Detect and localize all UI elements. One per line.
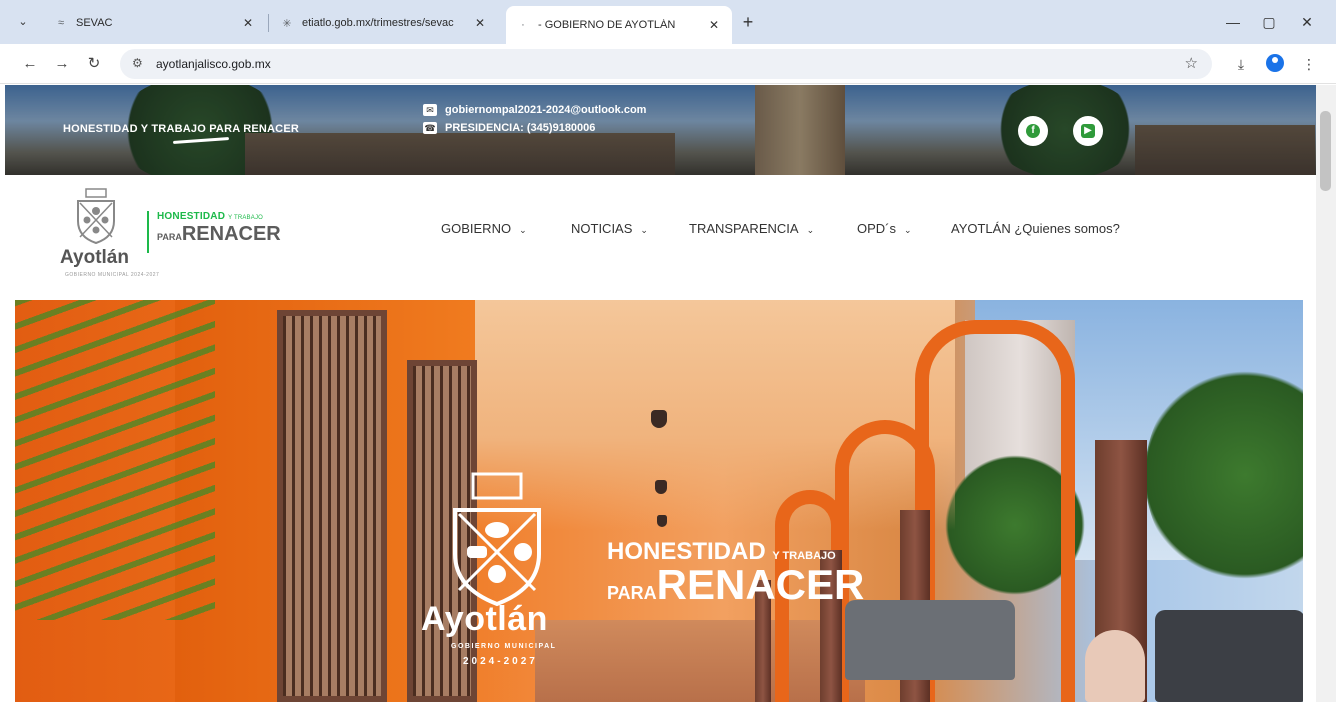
hero-slogan-line2: PARARENACER (607, 562, 864, 616)
tab-label: - GOBIERNO DE AYOTLÁN (538, 19, 676, 31)
tab-label: etiatlo.gob.mx/trimestres/sevac (302, 17, 454, 29)
tab-favicon-icon: ≈ (57, 17, 65, 29)
hero-window-grille (277, 310, 387, 702)
profile-avatar-icon[interactable] (1266, 54, 1284, 72)
hero-subtitle: GOBIERNO MUNICIPAL (451, 643, 557, 650)
hero-palm-leaves (15, 300, 215, 620)
hero-banner: Ayotlán GOBIERNO MUNICIPAL 2024-2027 HON… (15, 300, 1303, 702)
contact-phone[interactable]: ☎ PRESIDENCIA: (345)9180006 (423, 122, 595, 134)
top-banner: HONESTIDAD Y TRABAJO PARA RENACER ✉ gobi… (5, 85, 1316, 175)
nav-quienes-somos[interactable]: AYOTLÁN ¿Quienes somos? (951, 221, 1120, 236)
email-icon: ✉ (423, 104, 437, 116)
close-window-button[interactable]: ✕ (1292, 10, 1322, 34)
hero-municipality-name: Ayotlán (421, 600, 548, 638)
youtube-icon: ▶ (1081, 124, 1095, 138)
nav-label: OPD´s (857, 221, 896, 236)
maximize-button[interactable]: ▢ (1254, 10, 1284, 34)
scrollbar-thumb[interactable] (1320, 111, 1331, 191)
tab-close-icon[interactable]: ✕ (240, 16, 256, 30)
phone-text[interactable]: PRESIDENCIA: (345)9180006 (445, 122, 595, 134)
address-bar[interactable]: ⚙ ayotlanjalisco.gob.mx ☆ (120, 49, 1212, 79)
tab-sevac[interactable]: ≈ SEVAC ✕ (44, 6, 266, 40)
municipal-crest-icon[interactable] (70, 187, 122, 245)
brand-top: HONESTIDAD Y TRABAJO (157, 211, 317, 222)
chevron-down-icon: ⌄ (806, 225, 815, 235)
nav-transparencia[interactable]: TRANSPARENCIA ⌄ (689, 221, 814, 236)
hero-lamp (657, 515, 667, 527)
hero-car (845, 600, 1015, 680)
hero-slogan-small2: PARA (607, 583, 657, 603)
facebook-button[interactable]: f (1018, 116, 1048, 146)
tab-search-icon[interactable]: ⌄ (12, 10, 34, 32)
youtube-button[interactable]: ▶ (1073, 116, 1103, 146)
hero-slogan-big2: RENACER (656, 561, 865, 608)
site-header: Ayotlán GOBIERNO MUNICIPAL 2024-2027 HON… (5, 175, 1316, 293)
tab-divider (268, 14, 269, 32)
hero-lamp (655, 480, 667, 494)
tab-favicon-icon: ✳ (282, 17, 292, 30)
menu-kebab-icon[interactable]: ⋮ (1298, 53, 1320, 75)
nav-gobierno[interactable]: GOBIERNO ⌄ (441, 221, 527, 236)
url-text[interactable]: ayotlanjalisco.gob.mx (156, 57, 271, 71)
chevron-down-icon: ⌄ (904, 225, 912, 235)
nav-label: GOBIERNO (441, 221, 512, 236)
chevron-down-icon: ⌄ (519, 225, 527, 235)
forward-icon[interactable]: → (50, 52, 74, 76)
tab-close-icon[interactable]: ✕ (472, 16, 488, 30)
tab-gobierno-ayotlan[interactable]: · - GOBIERNO DE AYOTLÁN ✕ (506, 6, 732, 44)
logo-name[interactable]: Ayotlán (60, 247, 129, 269)
tab-label: SEVAC (76, 17, 113, 29)
bookmark-star-icon[interactable]: ☆ (1185, 54, 1198, 72)
email-text[interactable]: gobiernompal2021-2024@outlook.com (445, 104, 646, 116)
brand-bottom: PARARENACER (157, 223, 317, 248)
nav-label: NOTICIAS (571, 221, 633, 236)
chevron-down-icon: ⌄ (640, 225, 648, 235)
site-info-icon[interactable]: ⚙ (132, 56, 143, 70)
brand-slogan[interactable]: HONESTIDAD Y TRABAJO PARARENACER (147, 211, 317, 253)
phone-icon: ☎ (423, 122, 437, 134)
brand-top-text: HONESTIDAD (157, 211, 226, 222)
page-scrollbar[interactable] (1316, 85, 1336, 702)
hero-lamp (651, 410, 667, 428)
reload-icon[interactable]: ↻ (82, 52, 106, 76)
nav-opds[interactable]: OPD´s ⌄ (857, 221, 912, 236)
hero-period: 2024-2027 (463, 656, 538, 667)
tab-close-icon[interactable]: ✕ (706, 18, 722, 32)
browser-toolbar: ← → ↻ ⚙ ayotlanjalisco.gob.mx ☆ ⤓ ⋮ (0, 44, 1336, 84)
hero-person (1085, 630, 1145, 702)
nav-label: TRANSPARENCIA (689, 221, 799, 236)
browser-tabstrip: ⌄ ≈ SEVAC ✕ ✳ etiatlo.gob.mx/trimestres/… (0, 0, 1336, 44)
contact-email[interactable]: ✉ gobiernompal2021-2024@outlook.com (423, 104, 646, 116)
brand-top-small: Y TRABAJO (228, 215, 264, 221)
brand-bottom-small: PARA (157, 232, 182, 242)
nav-label: AYOTLÁN ¿Quienes somos? (951, 221, 1120, 236)
banner-slogan: HONESTIDAD Y TRABAJO PARA RENACER (63, 123, 299, 135)
minimize-button[interactable]: — (1218, 10, 1248, 34)
brand-bottom-text: RENACER (181, 223, 281, 245)
hero-crest-icon (453, 472, 541, 607)
page-viewport: HONESTIDAD Y TRABAJO PARA RENACER ✉ gobi… (0, 85, 1316, 702)
logo-subtitle: GOBIERNO MUNICIPAL 2024-2027 (65, 272, 160, 278)
download-icon[interactable]: ⤓ (1230, 53, 1252, 75)
tab-etiatlo[interactable]: ✳ etiatlo.gob.mx/trimestres/sevac ✕ (270, 6, 498, 40)
new-tab-button[interactable]: + (738, 12, 758, 32)
hero-car (1155, 610, 1303, 702)
back-icon[interactable]: ← (18, 52, 42, 76)
nav-noticias[interactable]: NOTICIAS ⌄ (571, 221, 648, 236)
tab-favicon-icon: · (521, 19, 525, 31)
facebook-icon: f (1026, 124, 1040, 138)
